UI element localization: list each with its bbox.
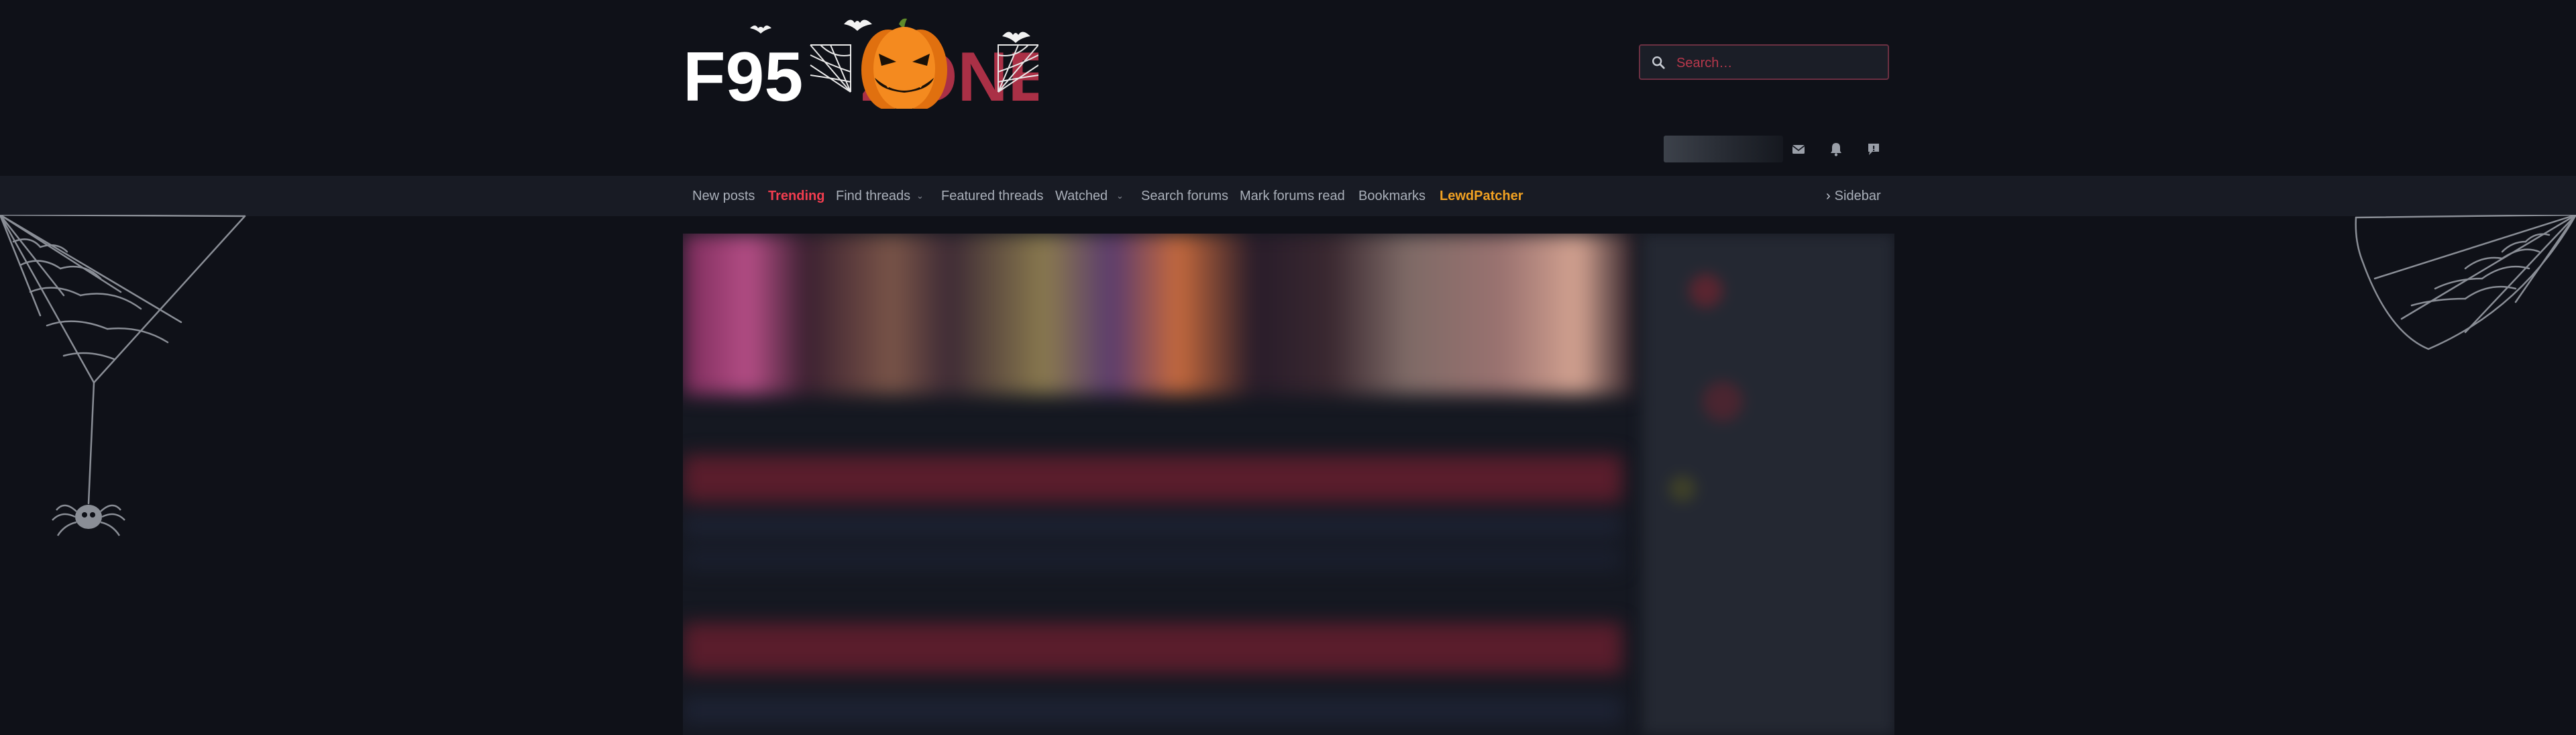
bell-icon[interactable] xyxy=(1825,138,1847,160)
blurred-row xyxy=(683,455,1622,502)
nav-featured-threads[interactable]: Featured threads xyxy=(941,176,1043,216)
blurred-row xyxy=(683,697,1622,724)
chevron-down-icon[interactable]: ⌄ xyxy=(1116,176,1124,216)
site-header: F95 ZONE xyxy=(0,0,2576,175)
blurred-avatar xyxy=(1689,274,1723,307)
blurred-row xyxy=(683,516,1622,536)
site-logo[interactable]: F95 ZONE xyxy=(683,15,1038,109)
nav-mark-forums-read[interactable]: Mark forums read xyxy=(1240,176,1345,216)
user-account-button[interactable] xyxy=(1664,136,1783,162)
sidebar-toggle[interactable]: › Sidebar xyxy=(1826,176,1881,216)
blurred-row xyxy=(683,549,1622,569)
nav-watched[interactable]: Watched xyxy=(1055,176,1108,216)
featured-banner xyxy=(683,234,1635,395)
sidebar-blurred xyxy=(1642,234,1894,735)
search-input[interactable] xyxy=(1675,51,1879,75)
blurred-row xyxy=(683,623,1622,673)
search-icon[interactable] xyxy=(1651,55,1666,70)
bat-icon xyxy=(844,19,872,31)
alert-bubble-icon[interactable] xyxy=(1863,138,1884,160)
nav-lewdpatcher[interactable]: LewdPatcher xyxy=(1440,176,1523,216)
nav-new-posts[interactable]: New posts xyxy=(692,176,755,216)
main-content-blurred xyxy=(683,234,1635,735)
spider-web-decoration xyxy=(2355,215,2576,350)
nav-bookmarks[interactable]: Bookmarks xyxy=(1358,176,1426,216)
search-box[interactable] xyxy=(1639,44,1889,80)
spider-web-decoration xyxy=(0,215,246,536)
nav-trending[interactable]: Trending xyxy=(768,176,824,216)
cobweb-icon xyxy=(810,44,851,93)
chevron-right-icon: › xyxy=(1826,189,1831,203)
nav-search-forums[interactable]: Search forums xyxy=(1141,176,1228,216)
spider-icon xyxy=(52,504,125,536)
logo-text-left: F95 xyxy=(683,38,803,109)
sidebar-toggle-label: Sidebar xyxy=(1834,189,1881,203)
nav-find-threads[interactable]: Find threads xyxy=(836,176,910,216)
bat-icon xyxy=(750,26,771,34)
blurred-avatar xyxy=(1703,381,1743,422)
pumpkin-icon xyxy=(861,18,947,109)
chevron-down-icon[interactable]: ⌄ xyxy=(916,176,924,216)
main-navigation: New posts Trending Find threads ⌄ Featur… xyxy=(0,176,2576,216)
envelope-icon[interactable] xyxy=(1788,138,1809,160)
blurred-avatar xyxy=(1669,475,1696,502)
blurred-content xyxy=(683,234,1894,735)
